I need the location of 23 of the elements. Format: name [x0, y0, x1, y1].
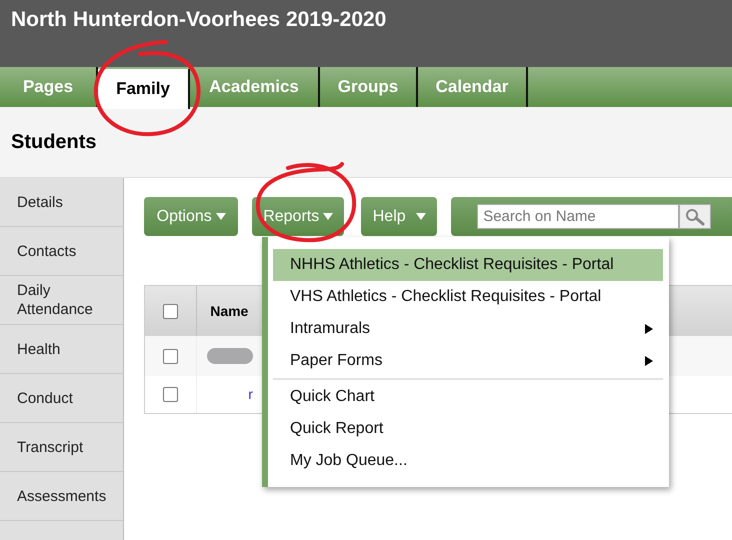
- site-title: North Hunterdon-Voorhees 2019-2020: [11, 7, 386, 33]
- search-icon: [685, 208, 706, 226]
- sidebar-item[interactable]: Transcript: [0, 423, 124, 472]
- search-button[interactable]: [679, 204, 712, 229]
- sidebar-item[interactable]: Health: [0, 325, 124, 374]
- redaction-mark: [207, 348, 254, 364]
- nav-tab[interactable]: Family: [98, 69, 190, 109]
- student-link[interactable]: r: [248, 384, 253, 405]
- search-field[interactable]: Search on Name: [477, 204, 680, 229]
- menu-item[interactable]: NHHS Athletics - Checklist Requisites - Portal: [273, 249, 663, 281]
- checkbox[interactable]: [163, 304, 178, 318]
- caret-icon: [216, 213, 226, 220]
- sidebar-item[interactable]: Details: [0, 178, 124, 227]
- section-title: Students: [11, 130, 97, 155]
- caret-icon: [323, 213, 334, 220]
- sidebar-item[interactable]: Contacts: [0, 227, 124, 276]
- caret-icon: [416, 213, 426, 220]
- sidebar-item[interactable]: Daily Attendance: [0, 276, 124, 325]
- column-header[interactable]: Name: [210, 300, 248, 322]
- sidebar-item[interactable]: Conduct: [0, 374, 124, 423]
- sidebar-item[interactable]: Assessments: [0, 472, 124, 521]
- checkbox[interactable]: [163, 387, 178, 402]
- checkbox[interactable]: [163, 348, 178, 364]
